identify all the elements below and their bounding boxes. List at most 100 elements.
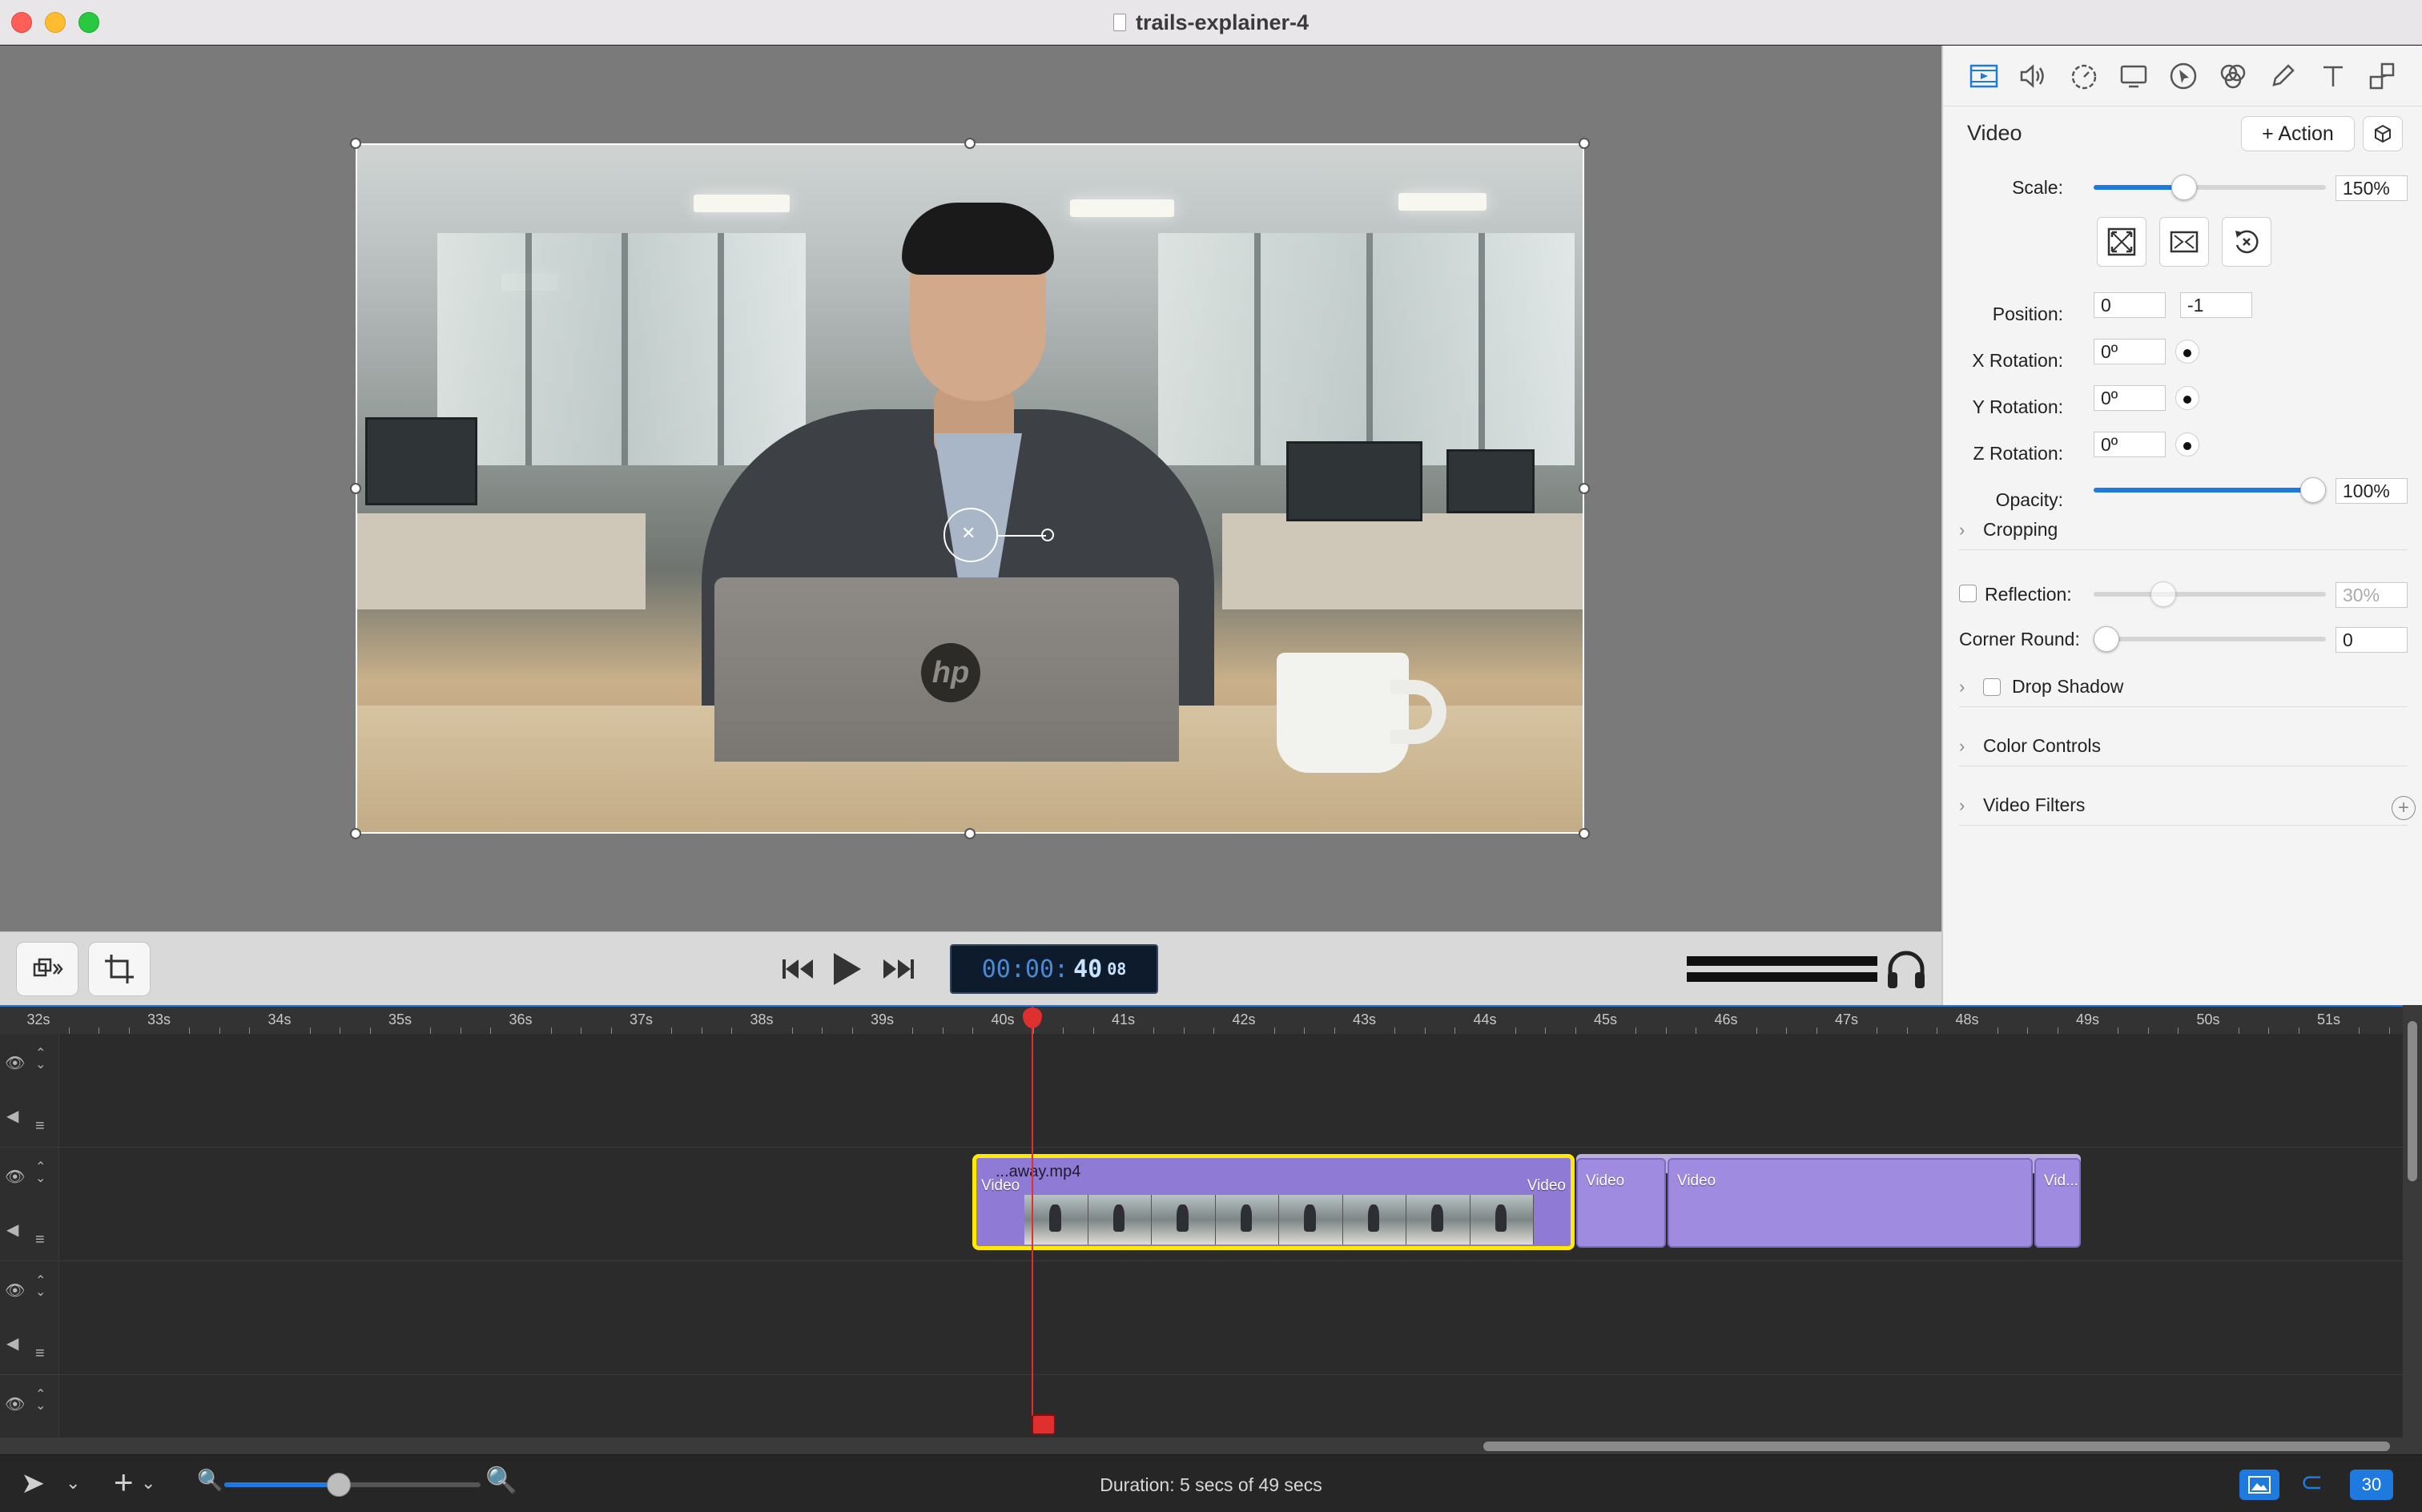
- cropping-section[interactable]: › Cropping: [1959, 510, 2408, 550]
- timeline-horizontal-scrollbar[interactable]: [0, 1438, 2403, 1454]
- 3d-object-button[interactable]: [2363, 116, 2403, 151]
- track-reorder-icon[interactable]: ⌃ ⌄: [35, 1389, 46, 1413]
- scale-slider-knob[interactable]: [2171, 175, 2198, 200]
- canvas-tools-button[interactable]: [16, 942, 78, 996]
- clip-type-label: Vid...: [2044, 1172, 2078, 1189]
- speaker-icon[interactable]: ◀: [6, 1106, 18, 1126]
- eye-icon[interactable]: 👁: [5, 1281, 25, 1301]
- timeline-clip[interactable]: Video: [1576, 1158, 1666, 1248]
- resize-handle-bottom-left[interactable]: [350, 828, 361, 839]
- cursor-icon: [2170, 62, 2197, 89]
- fit-to-canvas-button[interactable]: [2097, 217, 2146, 267]
- tab-screen[interactable]: [2115, 58, 2152, 94]
- tab-filters[interactable]: [2215, 58, 2251, 94]
- playhead-line[interactable]: [1032, 1007, 1033, 1427]
- position-label: Position:: [1992, 304, 2063, 324]
- magnet-snap-icon[interactable]: ⊂: [2300, 1466, 2323, 1498]
- preview-canvas[interactable]: hp ✕: [0, 46, 1941, 931]
- rewind-button[interactable]: [778, 950, 819, 988]
- media-library-button[interactable]: [2239, 1470, 2279, 1500]
- tab-annotations[interactable]: [2264, 58, 2301, 94]
- ceiling-light: [1398, 193, 1487, 211]
- fast-forward-button[interactable]: [878, 950, 918, 988]
- position-y-field[interactable]: [2180, 292, 2252, 318]
- playhead-bottom-handle[interactable]: [1032, 1414, 1056, 1435]
- resize-handle-top-left[interactable]: [350, 138, 361, 149]
- timeline-clip[interactable]: Vid...: [2034, 1158, 2081, 1248]
- resize-handle-top-right[interactable]: [1579, 138, 1590, 149]
- ruler-minor-tick: [309, 1027, 311, 1034]
- position-x-field[interactable]: [2094, 292, 2166, 318]
- opacity-slider[interactable]: [2094, 477, 2326, 503]
- add-action-button[interactable]: + Action: [2241, 116, 2355, 151]
- ruler-minor-tick: [550, 1027, 552, 1034]
- tab-text[interactable]: [2315, 58, 2352, 94]
- z-rotation-field[interactable]: [2094, 432, 2166, 457]
- resize-handle-right[interactable]: [1579, 483, 1590, 494]
- eye-icon[interactable]: 👁: [5, 1167, 25, 1187]
- z-rotation-knob[interactable]: [2175, 432, 2199, 456]
- reflection-field[interactable]: [2336, 582, 2408, 608]
- x-rotation-field[interactable]: [2094, 339, 2166, 364]
- corner-round-field[interactable]: [2336, 627, 2408, 653]
- ruler-tick-label: 33s: [147, 1011, 171, 1027]
- tab-audio[interactable]: [2015, 58, 2052, 94]
- resize-handle-bottom-right[interactable]: [1579, 828, 1590, 839]
- tab-callouts[interactable]: [2364, 58, 2401, 94]
- speaker-icon[interactable]: ◀: [6, 1220, 18, 1240]
- timeline-clip[interactable]: Video: [1668, 1158, 2033, 1248]
- ruler-tick-label: 34s: [268, 1011, 292, 1027]
- track-menu-icon[interactable]: ≡: [35, 1117, 45, 1136]
- headphones-icon[interactable]: [1885, 947, 1927, 991]
- screen-icon: [2120, 65, 2147, 87]
- corner-round-slider-knob[interactable]: [2094, 626, 2119, 652]
- y-rotation-knob[interactable]: [2175, 386, 2199, 410]
- add-filter-button[interactable]: +: [2392, 796, 2416, 820]
- tab-video[interactable]: [1965, 58, 2002, 94]
- corner-round-slider[interactable]: [2094, 626, 2326, 652]
- opacity-slider-knob[interactable]: [2300, 477, 2326, 503]
- resize-handle-bottom[interactable]: [964, 828, 976, 839]
- vertical-scroll-thumb[interactable]: [2408, 1021, 2417, 1181]
- horizontal-scroll-thumb[interactable]: [1483, 1442, 2390, 1451]
- scale-slider[interactable]: [2094, 175, 2326, 200]
- fill-canvas-button[interactable]: [2159, 217, 2209, 267]
- opacity-field[interactable]: [2336, 478, 2408, 504]
- y-rotation-field[interactable]: [2094, 385, 2166, 411]
- tab-cursor[interactable]: [2165, 58, 2202, 94]
- video-preview[interactable]: hp: [356, 143, 1584, 834]
- ruler-minor-tick: [128, 1027, 130, 1034]
- resize-handle-top[interactable]: [964, 138, 976, 149]
- color-controls-section[interactable]: › Color Controls: [1959, 726, 2408, 766]
- track-menu-icon[interactable]: ≡: [35, 1345, 45, 1363]
- eye-icon[interactable]: 👁: [5, 1394, 25, 1414]
- eye-icon[interactable]: 👁: [5, 1053, 25, 1073]
- track-reorder-icon[interactable]: ⌃ ⌄: [35, 1275, 46, 1299]
- speaker-icon[interactable]: ◀: [6, 1333, 18, 1353]
- scale-field[interactable]: [2336, 175, 2408, 201]
- drop-shadow-section[interactable]: › Drop Shadow: [1959, 667, 2408, 707]
- reset-transform-button[interactable]: [2222, 217, 2271, 267]
- reflection-checkbox[interactable]: [1959, 585, 1977, 602]
- ruler-tick-label: 42s: [1232, 1011, 1256, 1027]
- timeline-ruler[interactable]: 32s 33s 34s 35s 36s 37s 38s 39s 40s 41s 42s 43s 44s 4…: [0, 1005, 2420, 1034]
- ruler-minor-tick: [912, 1027, 914, 1034]
- selected-video-clip[interactable]: ...away.mp4 Video Video: [972, 1154, 1575, 1250]
- timeline-vertical-scrollbar[interactable]: [2403, 1005, 2422, 1454]
- reflection-slider[interactable]: [2094, 581, 2326, 607]
- timecode-display: 00:00: 40 08: [950, 944, 1158, 994]
- frame-rate-button[interactable]: 30: [2350, 1470, 2393, 1500]
- reflection-slider-knob[interactable]: [2150, 581, 2176, 607]
- track-menu-icon[interactable]: ≡: [35, 1231, 45, 1249]
- ruler-minor-tick: [369, 1027, 371, 1034]
- x-rotation-knob[interactable]: [2175, 340, 2199, 364]
- crop-button[interactable]: [88, 942, 151, 996]
- play-button[interactable]: [827, 950, 867, 988]
- rotation-handle[interactable]: [1041, 529, 1054, 541]
- video-filters-section[interactable]: › Video Filters: [1959, 786, 2408, 826]
- track-reorder-icon[interactable]: ⌃ ⌄: [35, 1161, 46, 1185]
- tab-timing[interactable]: [2066, 58, 2102, 94]
- drop-shadow-checkbox[interactable]: [1983, 678, 2001, 696]
- resize-handle-left[interactable]: [350, 483, 361, 494]
- track-reorder-icon[interactable]: ⌃ ⌄: [35, 1048, 46, 1072]
